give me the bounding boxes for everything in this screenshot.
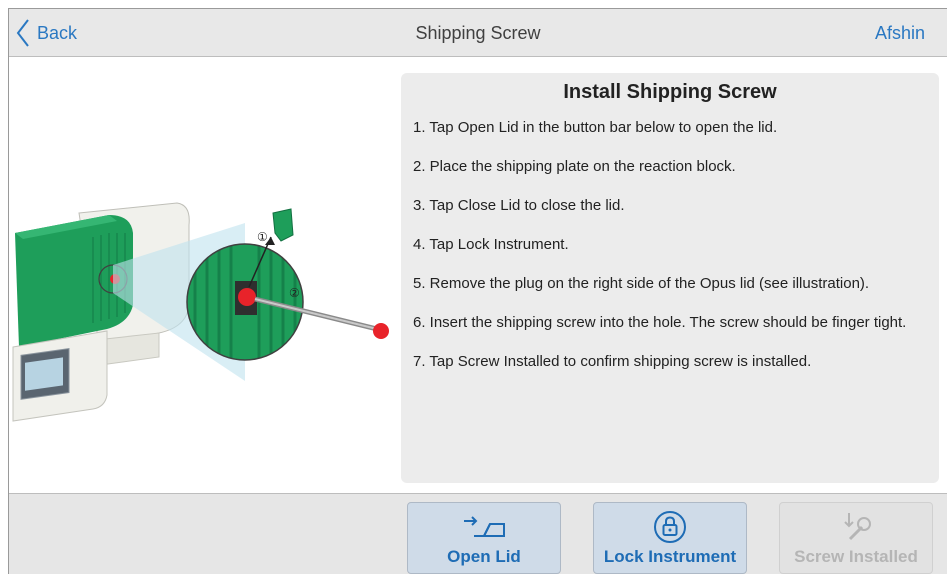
step-item: 4. Tap Lock Instrument.: [413, 236, 569, 253]
step-item: 5. Remove the plug on the right side of …: [413, 275, 870, 292]
step-item: 3. Tap Close Lid to close the lid.: [413, 197, 625, 214]
callout-1: ①: [257, 230, 268, 244]
removed-plug: [272, 208, 294, 242]
screw-icon: [844, 513, 871, 541]
chevron-left-icon: [16, 19, 29, 47]
user-name[interactable]: Afshin: [875, 9, 925, 57]
screw-head: [373, 323, 389, 339]
back-label: Back: [37, 22, 78, 43]
step-item: 2. Place the shipping plate on the react…: [413, 158, 736, 175]
app-window: Back Shipping Screw Afshin ① ② Install S…: [8, 8, 947, 574]
callout-2: ②: [289, 286, 300, 300]
button-bar: Open Lid Lock Instrument Screw Installed: [9, 493, 947, 574]
plug-hole-red: [238, 288, 256, 306]
open-lid-icon: [464, 516, 505, 537]
open-lid-label: Open Lid: [447, 547, 521, 566]
panel-title: Install Shipping Screw: [563, 81, 777, 103]
header-bar: Back Shipping Screw Afshin: [9, 9, 947, 57]
lock-icon: [654, 511, 686, 543]
instructions-panel: Install Shipping Screw 1. Tap Open Lid i…: [401, 73, 939, 483]
steps-list: 1. Tap Open Lid in the button bar below …: [401, 119, 939, 371]
screw-installed-label: Screw Installed: [794, 547, 918, 566]
lock-instrument-button[interactable]: Lock Instrument: [593, 502, 747, 574]
shipping-screw-illustration: ① ②: [9, 65, 397, 485]
step-item: 7. Tap Screw Installed to confirm shippi…: [413, 353, 812, 370]
back-button[interactable]: Back: [9, 9, 99, 57]
lock-instrument-label: Lock Instrument: [603, 547, 737, 566]
step-item: 6. Insert the shipping screw into the ho…: [413, 314, 907, 331]
page-title: Shipping Screw: [415, 23, 541, 43]
screw-installed-button[interactable]: Screw Installed: [779, 502, 933, 574]
step-item: 1. Tap Open Lid in the button bar below …: [413, 119, 778, 136]
open-lid-button[interactable]: Open Lid: [407, 502, 561, 574]
